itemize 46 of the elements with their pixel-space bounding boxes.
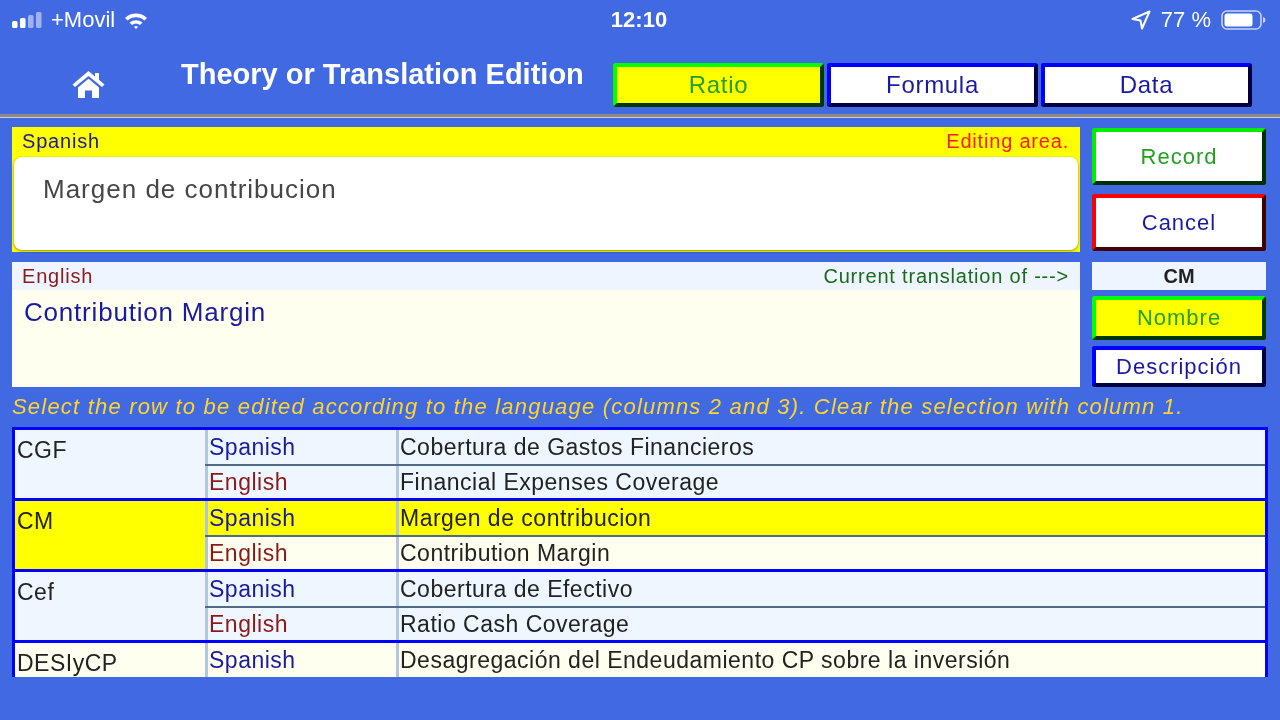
cancel-button[interactable]: Cancel [1092, 194, 1266, 251]
battery-percent: 77 % [1160, 7, 1211, 33]
text-cell: Margen de contribucion [396, 501, 1265, 535]
language-cell: Spanish [205, 572, 396, 606]
instruction-text: Select the row to be edited according to the language (columns 2 and 3). Clear the selection with column 1. [12, 394, 1185, 420]
language-cell: Spanish [205, 643, 396, 677]
text-cell: Cobertura de Gastos Financieros [396, 430, 1265, 464]
tab[interactable]: Data [1041, 63, 1252, 107]
hint-text: Editing area. [946, 129, 1069, 153]
caption-text: Current translation of ---> [823, 264, 1069, 288]
text-field[interactable]: Margen de contribucion [14, 157, 1078, 250]
language-label: Spanish [22, 129, 100, 153]
language-cell: English [205, 537, 396, 569]
text-cell: Cobertura de Efectivo [396, 572, 1265, 606]
language-cell: Spanish [205, 430, 396, 464]
translation-text: Contribution Margin [12, 290, 1080, 387]
code-cell[interactable]: CGF [15, 430, 205, 498]
signal-icon [12, 12, 42, 28]
battery-icon [1221, 10, 1266, 30]
toggle-button[interactable]: Descripción [1092, 346, 1266, 387]
language-cell: Spanish [205, 501, 396, 535]
text-cell: Financial Expenses Coverage [396, 466, 1265, 498]
wifi-icon [124, 11, 149, 29]
code-cell[interactable]: DESIyCP [15, 643, 205, 677]
table-row[interactable]: Spanish Margen de contribucion [205, 501, 1265, 535]
table-row[interactable]: Spanish Cobertura de Efectivo [205, 572, 1265, 606]
code-label: CM [1092, 262, 1266, 290]
home-icon[interactable] [72, 70, 105, 98]
code-cell[interactable]: CM [15, 501, 205, 569]
language-cell: English [205, 466, 396, 498]
table-row[interactable]: English Financial Expenses Coverage [205, 464, 1265, 498]
code-cell[interactable]: Cef [15, 572, 205, 640]
carrier-label: +Movil [51, 7, 116, 33]
table-row[interactable]: Spanish Cobertura de Gastos Financieros [205, 430, 1265, 464]
language-cell: English [205, 608, 396, 640]
language-label: English [22, 264, 94, 288]
text-cell: Desagregación del Endeudamiento CP sobre la inversión [396, 643, 1265, 677]
text-cell: Ratio Cash Coverage [396, 608, 1265, 640]
table-row[interactable]: Spanish Desagregación del Endeudamiento CP sobre la inversión [205, 643, 1265, 677]
text-cell: Contribution Margin [396, 537, 1265, 569]
clock-text: 12:10 [610, 7, 668, 33]
screen-title: Theory or Translation Edition [181, 58, 585, 91]
table-row[interactable]: English Ratio Cash Coverage [205, 606, 1265, 640]
location-arrow-icon [1130, 10, 1151, 30]
tab[interactable]: Formula [827, 63, 1038, 107]
table-row[interactable]: English Contribution Margin [205, 535, 1265, 569]
